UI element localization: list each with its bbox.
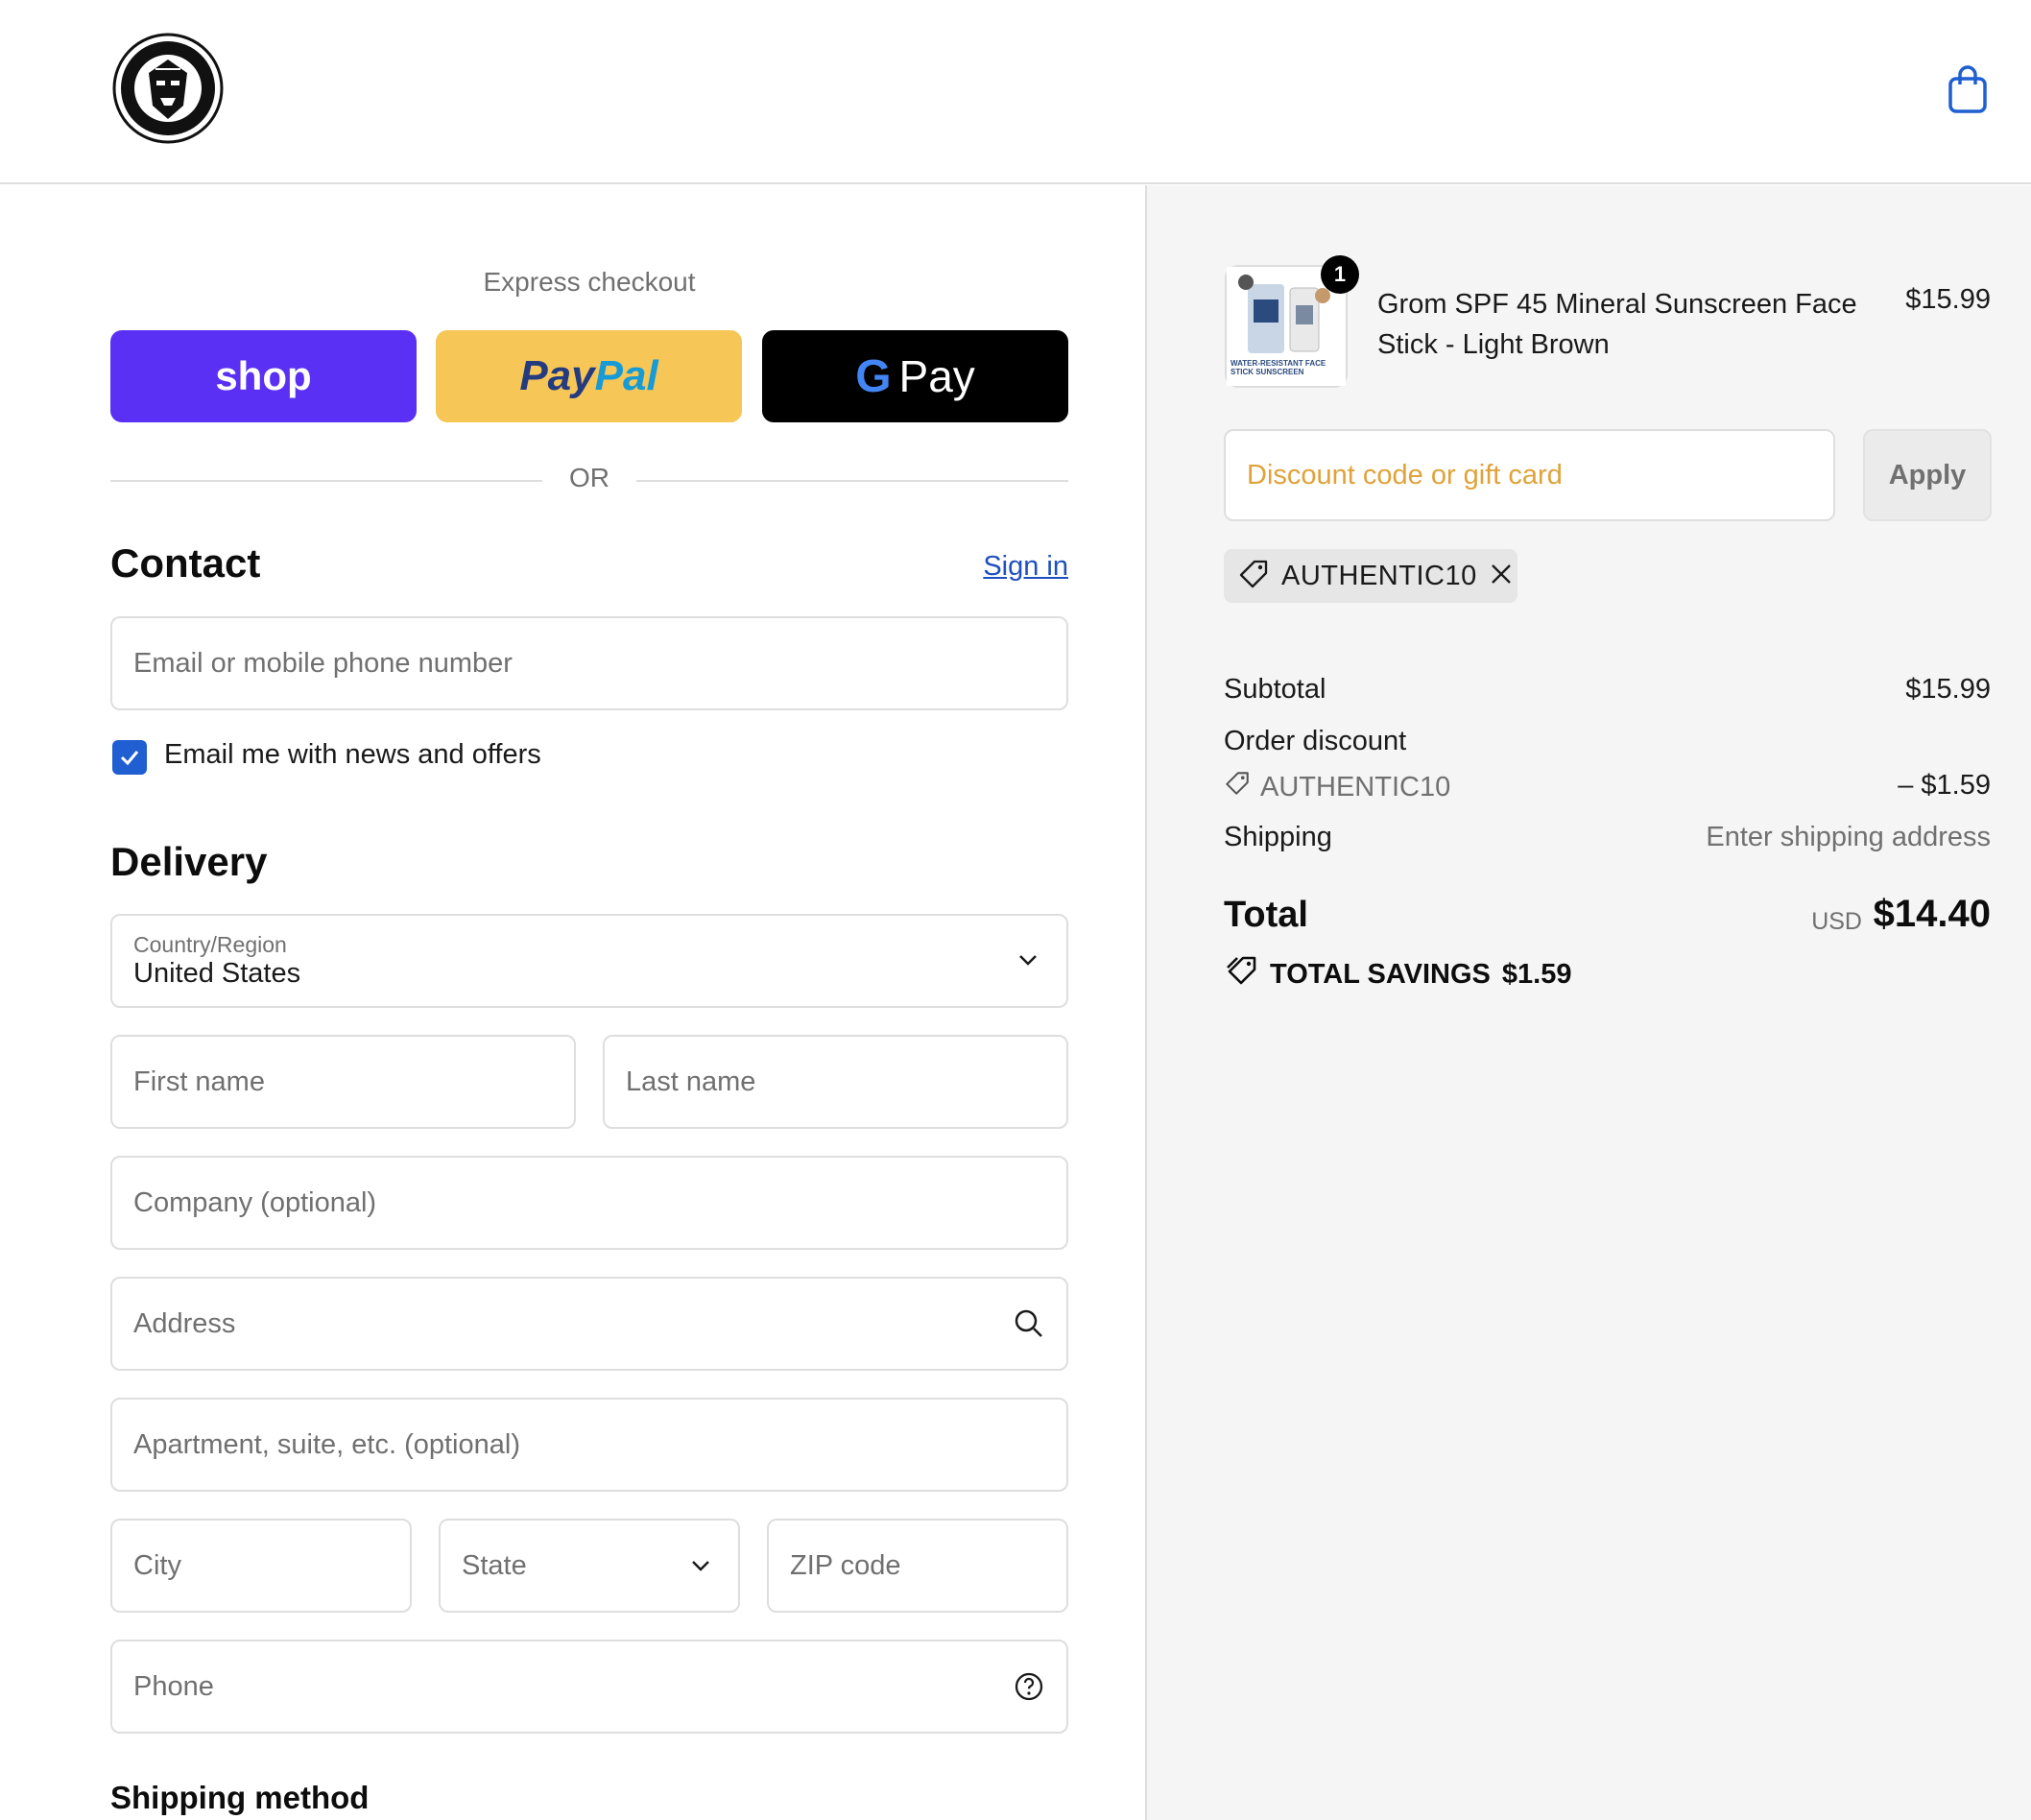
total-savings: TOTAL SAVINGS $1.59 <box>1224 954 1571 994</box>
savings-value: $1.59 <box>1501 958 1572 990</box>
country-label: Country/Region <box>133 932 287 957</box>
apartment-placeholder: Apartment, suite, etc. (optional) <box>133 1428 520 1460</box>
search-icon <box>1013 1307 1045 1340</box>
header <box>0 0 2031 184</box>
help-circle-icon[interactable] <box>1013 1670 1045 1703</box>
store-logo[interactable] <box>112 33 224 144</box>
shipping-value: Enter shipping address <box>1706 822 1991 852</box>
first-name-placeholder: First name <box>133 1066 265 1097</box>
remove-code-icon[interactable] <box>1489 562 1514 591</box>
tag-icon <box>1224 770 1251 804</box>
sign-in-link[interactable]: Sign in <box>983 551 1068 583</box>
express-checkout-label: Express checkout <box>483 267 696 297</box>
discount-code-row: AUTHENTIC10 <box>1224 770 1450 804</box>
logo-icon <box>112 33 224 144</box>
newsletter-label: Email me with news and offers <box>164 739 541 770</box>
google-pay-label: Pay <box>898 351 975 401</box>
paypal-logo-pay: Pay <box>519 352 595 399</box>
order-discount-label: Order discount <box>1224 726 1407 756</box>
applied-code-label: AUTHENTIC10 <box>1281 560 1477 591</box>
apartment-field[interactable]: Apartment, suite, etc. (optional) <box>110 1398 1068 1492</box>
product-title: Grom SPF 45 Mineral Sunscreen Face Stick… <box>1377 289 1857 360</box>
product-price: $15.99 <box>1905 284 1991 315</box>
last-name-field[interactable]: Last name <box>603 1035 1068 1129</box>
chevron-down-icon <box>1014 948 1042 971</box>
address-placeholder: Address <box>133 1307 236 1339</box>
total-value: $14.40 <box>1873 893 1991 935</box>
savings-label: TOTAL SAVINGS <box>1270 958 1491 990</box>
zip-placeholder: ZIP code <box>790 1549 901 1581</box>
shipping-method-heading: Shipping method <box>110 1780 370 1815</box>
state-select[interactable]: State <box>439 1519 740 1613</box>
shopping-bag-icon <box>1948 65 1987 113</box>
paypal-logo: PayPal <box>519 352 657 400</box>
savings-tag-icon <box>1224 954 1258 994</box>
subtotal-label: Subtotal <box>1224 674 1326 705</box>
paypal-logo-pal: Pal <box>594 352 658 399</box>
chevron-down-icon <box>684 1549 717 1582</box>
google-g-icon: G <box>855 350 892 402</box>
total-label: Total <box>1224 895 1308 935</box>
cart-button[interactable] <box>1945 63 1991 115</box>
divider-right <box>636 480 1068 482</box>
discount-value: – $1.59 <box>1898 770 1991 801</box>
shop-pay-button[interactable]: shop <box>110 330 417 422</box>
subtotal-value: $15.99 <box>1905 674 1991 705</box>
paypal-button[interactable]: PayPal <box>436 330 742 422</box>
google-pay-button[interactable]: G Pay <box>762 330 1068 422</box>
company-field[interactable]: Company (optional) <box>110 1156 1068 1250</box>
delivery-heading: Delivery <box>110 839 268 884</box>
or-label: OR <box>569 463 609 492</box>
country-select[interactable]: Country/Region United States <box>110 914 1068 1008</box>
divider-left <box>110 480 542 482</box>
company-placeholder: Company (optional) <box>133 1186 377 1218</box>
shop-pay-logo: shop <box>215 353 312 398</box>
shipping-label: Shipping <box>1224 822 1332 852</box>
product-image-caption: WATER-RESISTANT FACE STICK SUNSCREEN <box>1231 359 1326 376</box>
tag-icon <box>1237 558 1270 595</box>
quantity-badge: 1 <box>1321 255 1359 294</box>
zip-field[interactable]: ZIP code <box>767 1519 1068 1613</box>
checkmark-icon <box>120 751 139 766</box>
discount-code-placeholder: Discount code or gift card <box>1247 459 1563 491</box>
discount-code-field[interactable]: Discount code or gift card <box>1224 429 1835 521</box>
last-name-placeholder: Last name <box>626 1066 756 1097</box>
city-placeholder: City <box>133 1549 181 1581</box>
discount-code-text: AUTHENTIC10 <box>1260 771 1451 802</box>
total-currency: USD <box>1811 908 1862 935</box>
phone-placeholder: Phone <box>133 1670 214 1702</box>
country-value: United States <box>133 958 301 989</box>
newsletter-checkbox[interactable] <box>112 740 147 775</box>
address-field[interactable]: Address <box>110 1277 1068 1371</box>
email-placeholder: Email or mobile phone number <box>133 647 513 679</box>
phone-field[interactable]: Phone <box>110 1640 1068 1734</box>
apply-discount-button[interactable]: Apply <box>1863 429 1992 521</box>
email-field[interactable]: Email or mobile phone number <box>110 616 1068 710</box>
state-placeholder: State <box>462 1549 527 1581</box>
applied-code-chip: AUTHENTIC10 <box>1224 549 1517 603</box>
first-name-field[interactable]: First name <box>110 1035 576 1129</box>
city-field[interactable]: City <box>110 1519 412 1613</box>
contact-heading: Contact <box>110 540 261 586</box>
